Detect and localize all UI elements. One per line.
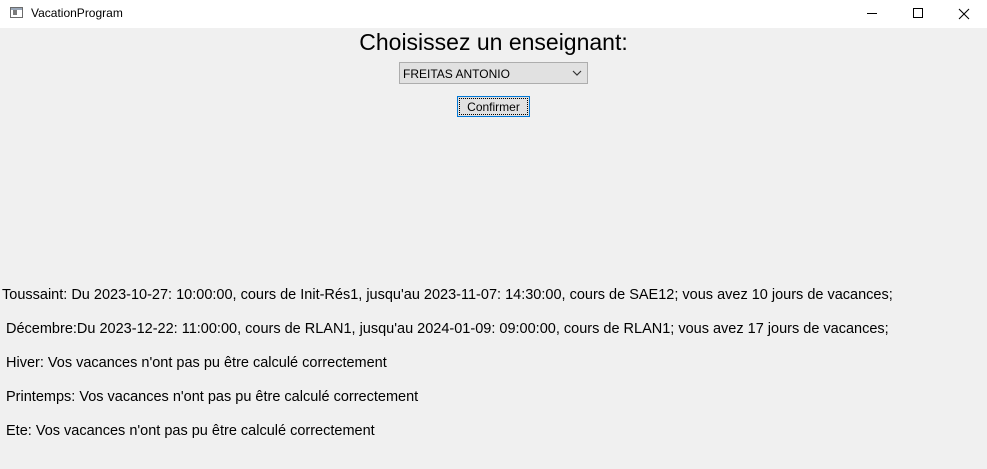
maximize-icon	[913, 8, 923, 18]
confirm-button[interactable]: Confirmer	[457, 96, 530, 117]
result-toussaint: Toussaint: Du 2023-10-27: 10:00:00, cour…	[2, 287, 893, 303]
result-hiver: Hiver: Vos vacances n'ont pas pu être ca…	[6, 355, 387, 371]
close-icon	[958, 8, 970, 20]
result-decembre: Décembre:Du 2023-12-22: 11:00:00, cours …	[6, 321, 889, 337]
window-title: VacationProgram	[31, 6, 123, 20]
result-ete: Ete: Vos vacances n'ont pas pu être calc…	[6, 423, 375, 439]
close-button[interactable]	[941, 0, 987, 28]
maximize-button[interactable]	[895, 0, 941, 28]
app-window: VacationProgram Choisissez un enseignant…	[0, 0, 987, 469]
teacher-select[interactable]: FREITAS ANTONIO	[399, 62, 588, 84]
title-bar[interactable]: VacationProgram	[0, 0, 987, 28]
result-printemps: Printemps: Vos vacances n'ont pas pu êtr…	[6, 389, 419, 405]
chevron-down-icon	[572, 70, 582, 76]
confirm-button-label: Confirmer	[467, 100, 520, 114]
minimize-icon	[867, 13, 877, 14]
minimize-button[interactable]	[849, 0, 895, 28]
teacher-select-value: FREITAS ANTONIO	[403, 67, 510, 81]
app-window-icon	[10, 7, 23, 18]
page-title: Choisissez un enseignant:	[359, 29, 628, 55]
